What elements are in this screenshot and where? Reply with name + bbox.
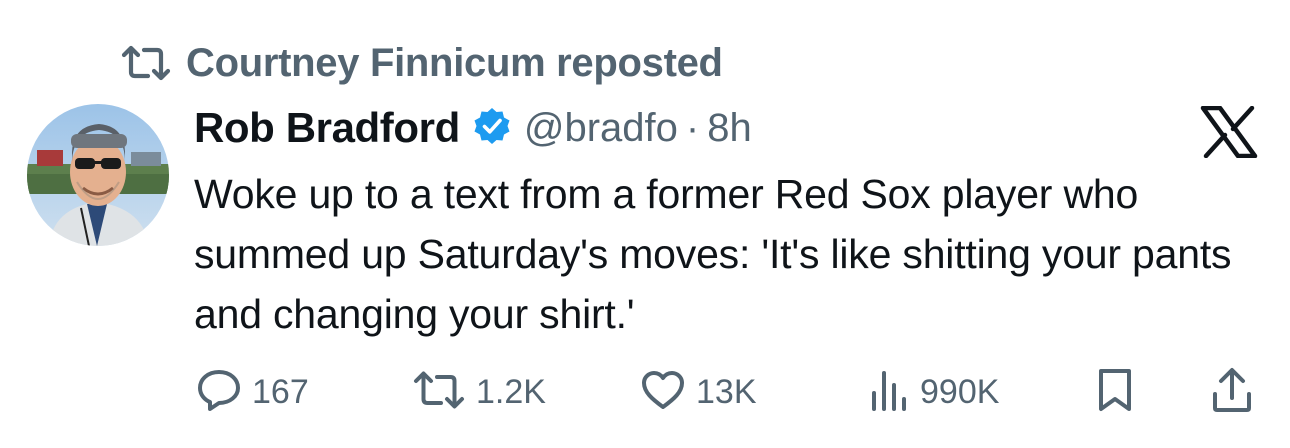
views-chart-icon [868, 369, 910, 416]
reply-button[interactable]: 167 [196, 364, 309, 420]
heart-icon [640, 369, 686, 416]
like-count: 13K [696, 372, 757, 411]
tweet-text: Woke up to a text from a former Red Sox … [194, 171, 1232, 337]
timestamp[interactable]: 8h [707, 106, 752, 151]
views-count: 990K [920, 372, 1000, 411]
share-button[interactable] [1210, 364, 1254, 420]
verified-badge-icon [472, 106, 512, 151]
repost-button[interactable]: 1.2K [412, 364, 546, 420]
repost-banner[interactable]: Courtney Finnicum reposted [120, 38, 723, 88]
repost-label[interactable]: Courtney Finnicum reposted [186, 41, 723, 86]
separator-dot: · [685, 105, 700, 150]
views-button[interactable]: 990K [868, 364, 999, 420]
avatar[interactable] [27, 104, 169, 246]
author-name[interactable]: Rob Bradford [194, 104, 460, 152]
repost-count: 1.2K [476, 372, 546, 411]
author-handle[interactable]: @bradfo [524, 106, 678, 151]
repost-action-icon [412, 370, 466, 415]
bookmark-button[interactable] [1096, 364, 1134, 420]
like-button[interactable]: 13K [640, 364, 757, 420]
action-bar: 167 1.2K 13K 990K [0, 364, 1290, 420]
share-icon [1210, 366, 1254, 419]
reply-icon [196, 368, 242, 417]
bookmark-icon [1096, 367, 1134, 418]
x-logo-icon [1200, 105, 1258, 163]
tweet-card[interactable]: Courtney Finnicum reposted Rob Bradford … [0, 0, 1290, 448]
repost-icon [120, 45, 172, 81]
reply-count: 167 [252, 372, 309, 411]
tweet-header: Rob Bradford @bradfo · 8h [194, 100, 752, 156]
